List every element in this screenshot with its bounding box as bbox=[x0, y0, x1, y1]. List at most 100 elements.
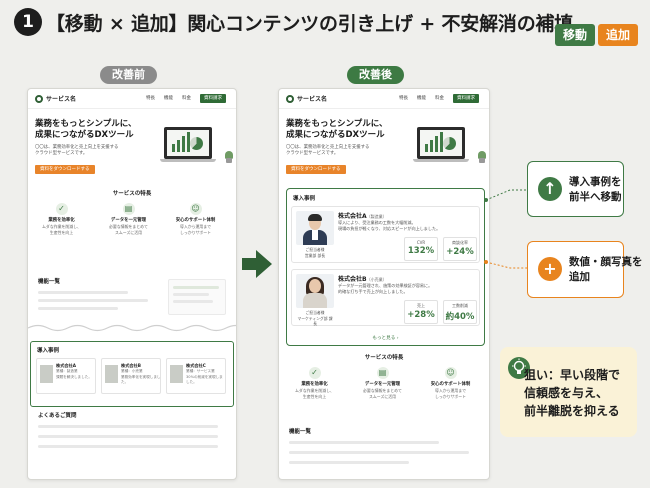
hero-heading-2: 成果につながるDXツール bbox=[286, 130, 385, 140]
case-sub: 30%の削減を実現しました。 bbox=[186, 375, 223, 384]
callout-move: ↑ 導入事例を 前半へ移動 bbox=[527, 161, 624, 217]
hero-download-button[interactable]: 資料をダウンロードする bbox=[35, 165, 95, 174]
step-number-badge: 1 bbox=[14, 8, 42, 36]
smile-icon: ☺ bbox=[189, 203, 202, 215]
after-page-mock: サービス名 特長 機能 料金 資料請求 業務をもっとシンプルに、 成果につながる… bbox=[278, 88, 490, 480]
arrow-up-icon: ↑ bbox=[538, 177, 562, 201]
nav-link-features[interactable]: 特長 bbox=[399, 95, 408, 101]
feature-data: ▤ データを一元管理 必要な情報をまとめて スムーズに活用 bbox=[101, 203, 156, 235]
logo-icon bbox=[286, 95, 294, 103]
person-dept: マーケティング部 課長 bbox=[297, 316, 333, 326]
nav-cta-button[interactable]: 資料請求 bbox=[200, 94, 226, 103]
feature-desc: 生産性を向上 bbox=[49, 230, 74, 235]
faq-title: よくあるご質問 bbox=[38, 413, 77, 419]
feature-desc: スムーズに活用 bbox=[368, 394, 397, 399]
case-desc: 導入により、受注業務の工数を大幅削減。 現場の負担が軽くなり、対応スピードが向上し… bbox=[338, 220, 441, 231]
feature-support: ☺ 安心のサポート体制 導入から運用まで しっかりサポート bbox=[423, 367, 478, 399]
person-dept: 営業部 部長 bbox=[304, 253, 326, 258]
tag-move: 移動 bbox=[555, 24, 596, 46]
plus-icon: + bbox=[538, 257, 562, 281]
feature-support: ☺ 安心のサポート体制 導入から運用まで しっかりサポート bbox=[168, 203, 223, 235]
hero-download-button[interactable]: 資料をダウンロードする bbox=[286, 165, 346, 174]
person-role: ご担当者様 bbox=[305, 247, 325, 252]
before-nav: サービス名 特長 機能 料金 資料請求 bbox=[28, 89, 236, 109]
feature-desc: 導入から運用まで bbox=[179, 224, 212, 229]
metric-sales: 売上 +28% bbox=[404, 300, 438, 324]
function-list-title: 機能一覧 bbox=[38, 279, 61, 285]
feature-data: ▤ データを一元管理 必要な情報をまとめて スムーズに活用 bbox=[355, 367, 410, 399]
hero-heading-1: 業務をもっとシンプルに、 bbox=[286, 119, 388, 129]
before-case-b: 株式会社B 業種：小売業 業務効率化を実現しました。 bbox=[101, 358, 161, 394]
feature-title: データを一元管理 bbox=[364, 382, 401, 387]
case-sub: 課題を解決しました。 bbox=[56, 375, 92, 379]
feature-desc: 生産性を向上 bbox=[302, 394, 327, 399]
feature-desc: 導入から運用まで bbox=[434, 388, 467, 393]
feature-desc: ムダな作業を削減し、 bbox=[42, 224, 81, 229]
feature-desc: しっかりサポート bbox=[179, 230, 212, 235]
after-case-section: 導入事例 ご担当者様 営業部 部長 株式会社A（製造業） 導入により、受注業務の… bbox=[286, 188, 485, 346]
case-sub: 業種：製造業 bbox=[56, 369, 78, 373]
nav-link-pricing[interactable]: 料金 bbox=[182, 95, 191, 101]
case-sub: 業種：小売業 bbox=[121, 369, 143, 373]
hero-sub-2: クラウド型サービスです。 bbox=[286, 151, 339, 156]
logo-icon bbox=[35, 95, 43, 103]
nav-link-functions[interactable]: 機能 bbox=[164, 95, 173, 101]
smile-icon: ☺ bbox=[444, 367, 457, 379]
label-before: 改善前 bbox=[100, 66, 157, 84]
function-list-title: 機能一覧 bbox=[289, 429, 312, 435]
more-cases-link[interactable]: もっと見る › bbox=[287, 335, 484, 341]
hero-heading-1: 業務をもっとシンプルに、 bbox=[35, 119, 137, 129]
person-photo-male bbox=[296, 211, 334, 245]
nav-link-features[interactable]: 特長 bbox=[146, 95, 155, 101]
feature-title: 安心のサポート体制 bbox=[430, 382, 471, 387]
shield-check-icon: ✓ bbox=[55, 203, 68, 215]
callout-add: + 数値・顔写真を 追加 bbox=[527, 241, 643, 298]
feature-title: 業務を効率化 bbox=[48, 218, 75, 223]
hero-heading-2: 成果につながるDXツール bbox=[35, 130, 134, 140]
feature-desc: しっかりサポート bbox=[434, 394, 467, 399]
function-screenshot bbox=[168, 279, 226, 315]
nav-link-functions[interactable]: 機能 bbox=[417, 95, 426, 101]
feature-title: 業務を効率化 bbox=[301, 382, 328, 387]
before-case-section: 導入事例 株式会社A 業種：製造業 課題を解決しました。 株式会社B 業種：小売… bbox=[30, 341, 234, 407]
before-page-mock: サービス名 特長 機能 料金 資料請求 業務をもっとシンプルに、 成果につながる… bbox=[27, 88, 237, 480]
aim-box: 狙い：早い段階で 信頼感を与え、 前半離脱を抑える bbox=[500, 347, 637, 437]
laptop-illustration bbox=[160, 127, 220, 163]
feature-desc: 必要な情報をまとめて bbox=[363, 388, 402, 393]
after-case-card-a[interactable]: ご担当者様 営業部 部長 株式会社A（製造業） 導入により、受注業務の工数を大幅… bbox=[291, 206, 480, 263]
case-sub: 業務効率化を実現しました。 bbox=[121, 375, 161, 384]
before-case-c: 株式会社C 業種：サービス業 30%の削減を実現しました。 bbox=[166, 358, 226, 394]
person-role: ご担当者様 bbox=[305, 310, 325, 315]
nav-cta-button[interactable]: 資料請求 bbox=[453, 94, 479, 103]
features-title: サービスの特長 bbox=[112, 191, 152, 197]
case-desc: データが一元管理され、施策の効果検証が容易に。 的確な打ち手で売上が向上しました。 bbox=[338, 283, 433, 294]
nav-link-pricing[interactable]: 料金 bbox=[435, 95, 444, 101]
aim-text: 狙い：早い段階で 信頼感を与え、 前半離脱を抑える bbox=[524, 368, 621, 418]
building-icon bbox=[170, 365, 183, 383]
feature-efficiency: ✓ 業務を効率化 ムダな作業を削減し、 生産性を向上 bbox=[287, 367, 342, 399]
before-case-a: 株式会社A 業種：製造業 課題を解決しました。 bbox=[36, 358, 96, 394]
feature-desc: 必要な情報をまとめて bbox=[109, 224, 148, 229]
person-photo-female bbox=[296, 274, 334, 308]
feature-title: 安心のサポート体制 bbox=[175, 218, 216, 223]
database-icon: ▤ bbox=[376, 367, 389, 379]
metric-workload: 工数削減 約40% bbox=[443, 300, 477, 324]
tag-add: 追加 bbox=[598, 24, 639, 46]
hero-sub-2: クラウド型サービスです。 bbox=[35, 151, 88, 156]
transition-arrow-icon bbox=[242, 250, 272, 278]
after-case-card-b[interactable]: ご担当者様 マーケティング部 課長 株式会社B（小売業） データが一元管理され、… bbox=[291, 269, 480, 326]
database-icon: ▤ bbox=[122, 203, 135, 215]
features-title: サービスの特長 bbox=[364, 355, 404, 361]
label-after: 改善後 bbox=[347, 66, 404, 84]
section-break-wave bbox=[28, 324, 236, 332]
cases-title: 導入事例 bbox=[37, 348, 60, 354]
plant-icon bbox=[224, 151, 234, 163]
feature-title: データを一元管理 bbox=[110, 218, 147, 223]
company-name: 株式会社A（製造業） bbox=[338, 213, 387, 220]
site-name: サービス名 bbox=[46, 96, 77, 103]
case-sub: 業種：サービス業 bbox=[186, 369, 215, 373]
callout-add-text: 数値・顔写真を 追加 bbox=[569, 256, 643, 283]
laptop-illustration bbox=[413, 127, 473, 163]
company-name: 株式会社B（小売業） bbox=[338, 276, 387, 283]
callout-connectors bbox=[484, 189, 528, 269]
